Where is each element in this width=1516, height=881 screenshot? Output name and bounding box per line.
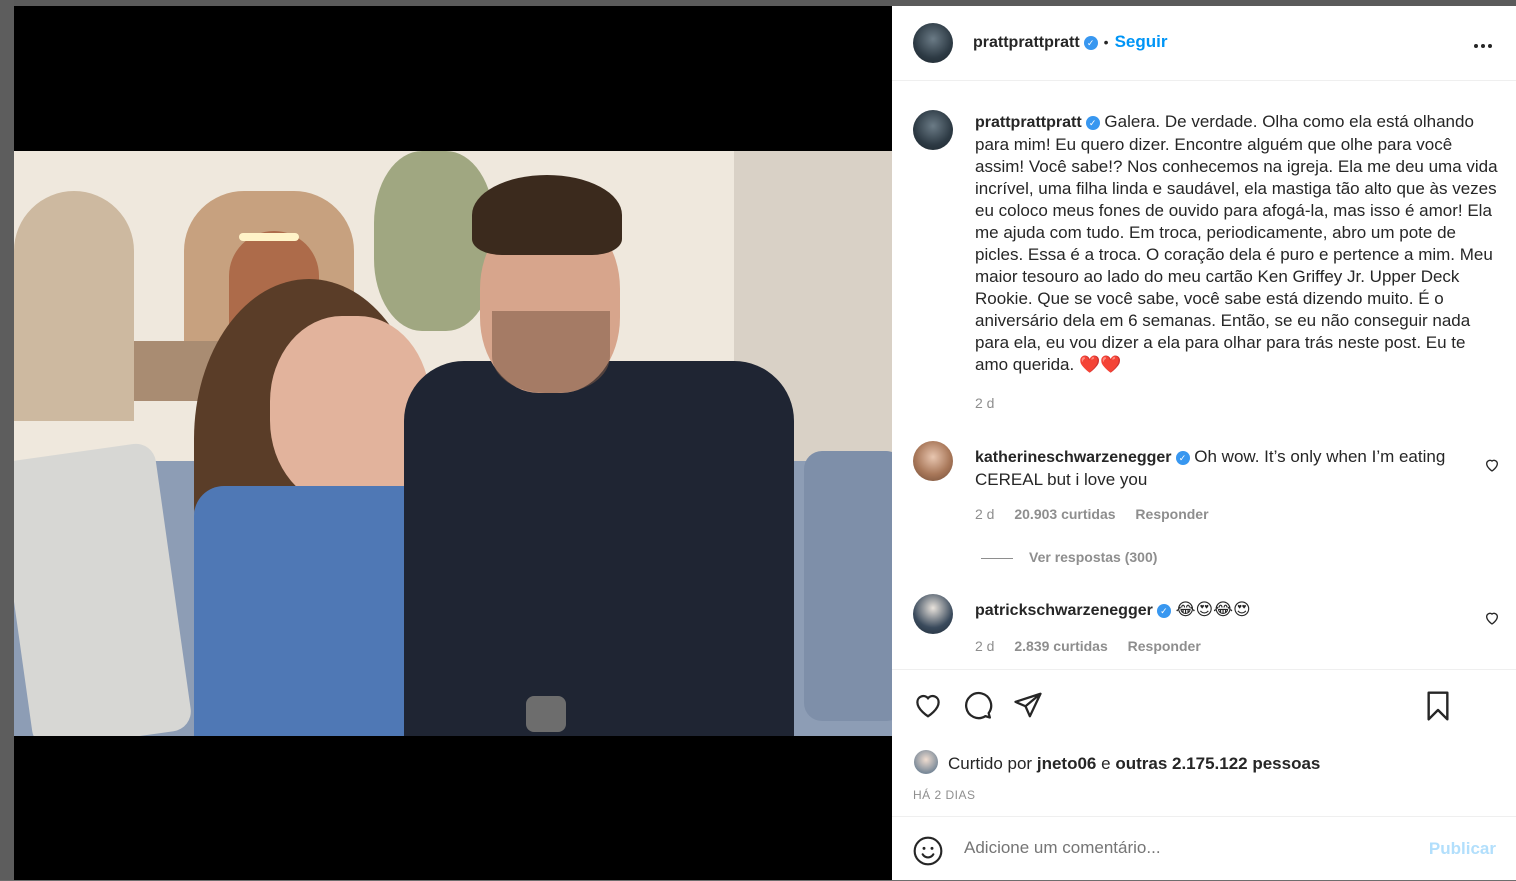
page-backdrop — [0, 0, 14, 880]
comment-avatar[interactable] — [913, 594, 953, 634]
comment-avatar[interactable] — [913, 441, 953, 481]
watch — [526, 696, 566, 732]
publish-button[interactable]: Publicar — [1429, 839, 1496, 859]
heart-icon[interactable] — [912, 690, 944, 725]
emoji-icon[interactable] — [912, 835, 944, 872]
reply-button[interactable]: Responder — [1128, 638, 1201, 654]
comment-meta: 2 d 2.839 curtidas Responder — [975, 638, 1201, 654]
comments-section: prattprattpratt ✓ Galera. De verdade. Olh… — [892, 81, 1516, 670]
bookmark-icon[interactable] — [1422, 690, 1454, 727]
comment-like-heart-icon[interactable] — [1484, 610, 1499, 625]
header-author-line: prattprattpratt ✓ • Seguir — [973, 32, 1167, 52]
lamp-lights — [239, 233, 299, 241]
room-arch-left — [14, 191, 134, 421]
man-beard — [492, 311, 610, 393]
comment-icon[interactable] — [962, 690, 994, 725]
post-media[interactable] — [14, 6, 892, 880]
author-username[interactable]: prattprattpratt — [973, 34, 1080, 51]
verified-badge-icon: ✓ — [1083, 35, 1098, 50]
comment-likes[interactable]: 2.839 curtidas — [1014, 638, 1107, 654]
comment-time[interactable]: 2 d — [975, 506, 994, 522]
likes-others[interactable]: outras 2.175.122 pessoas — [1115, 754, 1320, 773]
comment-username[interactable]: katherineschwarzenegger — [975, 449, 1172, 466]
comment-username[interactable]: patrickschwarzenegger — [975, 602, 1153, 619]
verified-badge-icon: ✓ — [1175, 450, 1190, 465]
caption-time[interactable]: 2 d — [975, 395, 994, 411]
post-header: prattprattpratt ✓ • Seguir — [892, 6, 1516, 81]
view-replies[interactable]: Ver respostas (300) — [981, 549, 1157, 565]
comment-box: Publicar — [892, 816, 1516, 881]
comment-likes[interactable]: 20.903 curtidas — [1014, 506, 1115, 522]
verified-badge-icon: ✓ — [1156, 603, 1171, 618]
likes-prefix: Curtido por — [948, 754, 1033, 773]
likes-summary: Curtido por jneto06 e outras 2.175.122 p… — [914, 750, 1320, 774]
action-bar: Curtido por jneto06 e outras 2.175.122 p… — [892, 672, 1516, 822]
comment-input[interactable] — [962, 837, 1406, 859]
view-replies-label[interactable]: Ver respostas (300) — [1029, 549, 1157, 565]
post-photo — [14, 151, 892, 736]
caption: prattprattpratt ✓ Galera. De verdade. Olh… — [975, 111, 1500, 376]
follow-button[interactable]: Seguir — [1115, 32, 1168, 51]
sofa-arm — [804, 451, 892, 721]
comment-meta: 2 d 20.903 curtidas Responder — [975, 506, 1209, 522]
verified-badge-icon: ✓ — [1085, 115, 1100, 130]
reply-button[interactable]: Responder — [1135, 506, 1208, 522]
man-hair — [472, 175, 622, 255]
author-avatar[interactable] — [913, 23, 953, 63]
separator: • — [1103, 34, 1109, 50]
share-icon[interactable] — [1012, 690, 1044, 725]
post-panel: prattprattpratt ✓ • Seguir prattprattpratt ✓… — [892, 6, 1516, 880]
caption-avatar[interactable] — [913, 110, 953, 150]
caption-text: Galera. De verdade. Olha como ela está o… — [975, 112, 1498, 374]
liker-avatar[interactable] — [914, 750, 938, 774]
man-shirt — [404, 361, 794, 736]
likes-conj: e — [1101, 754, 1111, 773]
comment-time[interactable]: 2 d — [975, 638, 994, 654]
comment: patrickschwarzenegger ✓ 😂😍😂😍 — [975, 599, 1465, 622]
caption-emoji: ❤️❤️ — [1078, 355, 1122, 374]
comment-like-heart-icon[interactable] — [1484, 457, 1499, 472]
caption-username[interactable]: prattprattpratt — [975, 114, 1082, 131]
liker-username[interactable]: jneto06 — [1037, 754, 1097, 773]
comment-text: 😂😍😂😍 — [1175, 600, 1251, 619]
post-date[interactable]: HÁ 2 DIAS — [913, 788, 976, 802]
comment: katherineschwarzenegger ✓ Oh wow. It’s on… — [975, 446, 1465, 491]
replies-line — [981, 557, 1013, 559]
more-options-icon[interactable] — [1474, 32, 1492, 55]
